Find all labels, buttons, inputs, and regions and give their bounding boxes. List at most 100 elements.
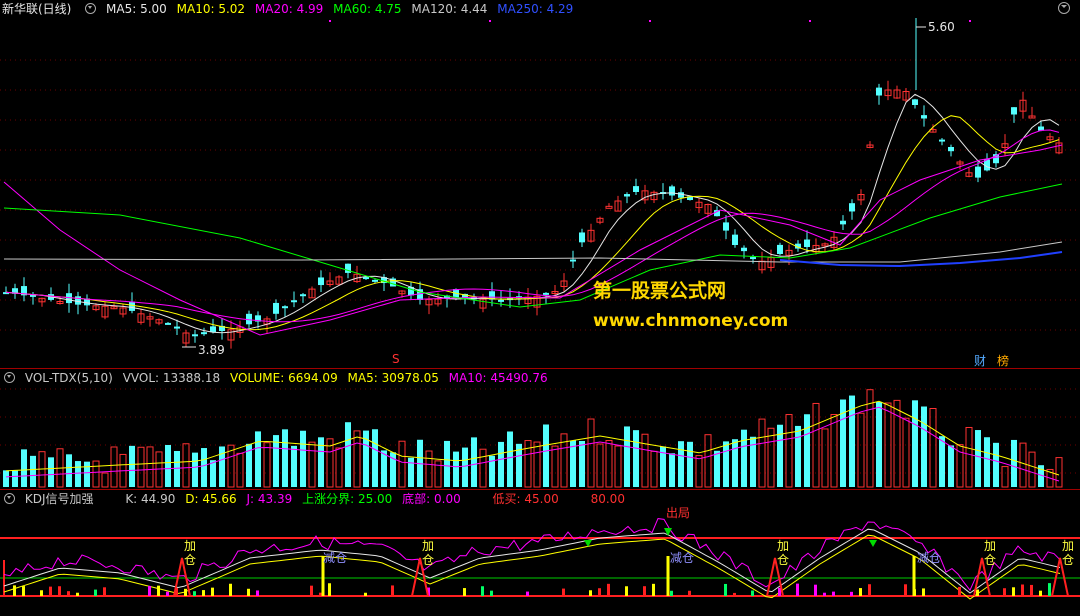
volume-bar [795,425,801,487]
candle-body [849,203,855,212]
volume-bar [92,460,100,488]
ranking-marker[interactable]: 榜 [997,352,1009,369]
volume-bar [714,450,720,487]
kdj-pane[interactable]: KDJ信号加强 K: 44.90 D: 45.66 J: 43.39 上涨分界:… [0,490,1080,616]
kdj-d-line [3,534,1061,600]
volume-bar [75,461,81,487]
volume-bar [462,447,468,487]
settings-dropdown-icon[interactable] [85,3,97,14]
volume-bar [633,430,639,487]
volume-bar [687,441,693,487]
candle-body [498,299,504,302]
kdj-j-line [3,518,1061,592]
reduce-position-label: 减仓 [670,551,694,565]
candle-body [165,322,171,325]
down-arrow-marker [664,528,672,536]
price-header: 新华联(日线) MA5: 5.00 MA10: 5.02 MA20: 4.99 … [0,0,579,18]
ma20-value: MA20: 4.99 [254,2,324,16]
price-pane[interactable]: 新华联(日线) MA5: 5.00 MA10: 5.02 MA20: 4.99 … [0,0,1080,368]
candle-body [1011,107,1017,115]
kdj-bottom-value: 底部: 0.00 [402,492,461,506]
volume-bar [129,445,135,487]
kdj-histogram-bar [832,591,835,596]
kdj-histogram-bar [58,586,61,596]
ma60-line [3,183,1063,308]
kdj-histogram-bar [1039,590,1042,596]
kdj-histogram-bar [1021,584,1024,596]
candle-body [921,115,927,119]
volume-pane[interactable]: VOL-TDX(5,10) VVOL: 13388.18 VOLUME: 669… [0,369,1080,489]
candle-body [948,146,954,152]
volume-bar [876,401,882,487]
kdj-chart[interactable]: 加仓加仓加仓加仓加仓减仓 减仓 减仓出局 [0,490,1080,616]
candle-body [282,306,288,309]
volume-bar [182,443,190,488]
volume-bar [965,426,973,488]
volume-bar [48,457,54,487]
volume-bar [579,440,585,487]
ma5-value: MA5: 5.00 [106,2,167,16]
kdj-histogram-bar [247,588,250,596]
candle-body [804,239,810,248]
volume-bar [263,442,271,488]
volume-bar [408,457,414,487]
kdj-histogram-bar [13,585,16,596]
volume-dropdown-icon[interactable] [4,372,15,383]
volume-bar [669,453,675,487]
candle-body [579,232,585,243]
low-price-label: 3.89 [198,343,225,357]
volume-bar [641,433,649,488]
kdj-histogram-bar [607,583,610,596]
sell-marker: S [392,352,400,366]
add-position-label: 仓 [1062,553,1074,567]
vol-ma5-value: MA5: 30978.05 [347,371,439,385]
candle-body [840,220,846,225]
volume-bar [12,470,18,487]
volume-header: VOL-TDX(5,10) VVOL: 13388.18 VOLUME: 669… [0,369,554,387]
volume-bar [939,436,945,487]
kdj-k-value: K: 44.90 [125,492,176,506]
candlestick-chart[interactable] [0,0,1080,368]
volume-bar [650,450,658,488]
kdj-histogram-bar [67,591,70,596]
volume-bar [174,450,180,487]
volume-bar [975,430,981,487]
high-price-label: 5.60 [928,20,955,34]
kdj-dropdown-icon[interactable] [4,493,15,504]
candle-body [876,87,882,96]
kdj-histogram-bar [49,586,52,596]
kdj-histogram-bar [850,591,853,596]
volume-chart[interactable] [0,369,1080,489]
kdj-histogram-bar [823,592,826,596]
volume-bar [507,431,513,487]
kdj-rise-value: 上涨分界: 25.00 [302,492,393,506]
finance-marker[interactable]: 财 [974,352,986,369]
kdj-histogram-bar [976,589,979,596]
candle-body [201,332,207,335]
stock-name: 新华联(日线) [2,2,72,16]
volume-bar [902,417,910,488]
candle-body [174,326,180,329]
candle-body [732,234,738,245]
kdj-histogram-bar [364,592,367,596]
kdj-histogram-bar [481,586,484,596]
kdj-histogram-bar [193,591,196,596]
volume-bar [381,450,387,487]
kdj-d-value: D: 45.66 [185,492,237,506]
volume-bar [471,437,477,487]
kdj-histogram-bar [202,590,205,596]
volume-bar [21,449,27,487]
ma10-value: MA10: 5.02 [176,2,246,16]
kdj-histogram-bar [22,586,25,596]
volume-bar [192,452,198,487]
kdj-histogram-bar [148,585,151,596]
kdj-histogram-bar [589,590,592,596]
volume-bar [533,441,541,488]
kdj-histogram-bar [184,588,187,596]
volume-bar [110,446,118,488]
add-position-label: 仓 [184,553,196,567]
add-position-label: 加 [422,539,434,553]
volume-bar [255,431,261,487]
add-position-label: 加 [984,539,996,553]
volume-bar [210,460,216,487]
